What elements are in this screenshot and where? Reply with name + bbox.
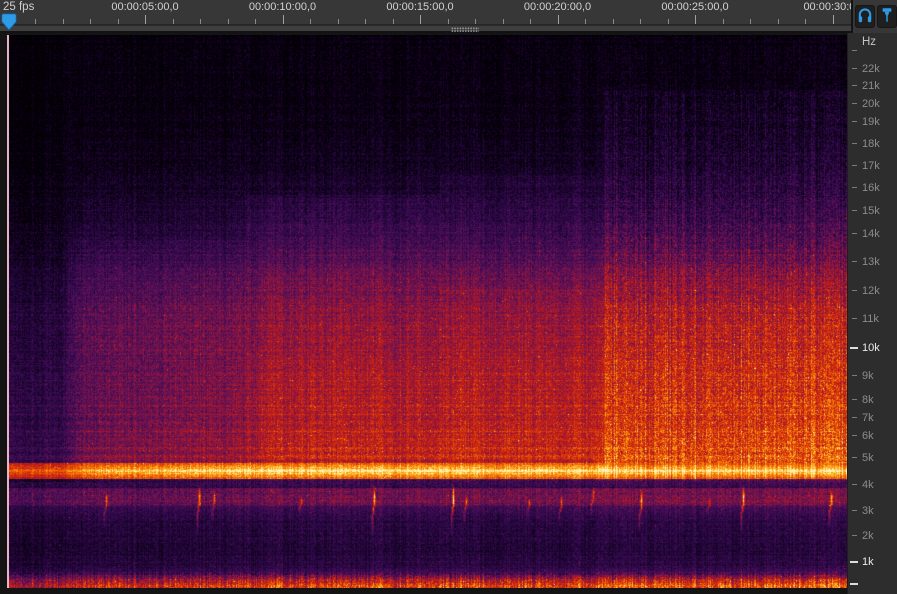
frequency-label: 12k bbox=[862, 285, 880, 297]
frequency-tick-row: 4k bbox=[848, 479, 897, 491]
spectral-editor-panel: 25 fps 00:00:05:00,0 00:00:10:00,0 00:00:1… bbox=[0, 0, 897, 594]
frequency-label: 9k bbox=[862, 370, 874, 382]
timeline-major-tick bbox=[145, 15, 146, 25]
frequency-label: 8k bbox=[862, 394, 874, 406]
frequency-tick bbox=[852, 510, 857, 511]
timeline-major-tick bbox=[283, 15, 284, 25]
frequency-tick-row: 1k bbox=[848, 556, 897, 568]
frequency-tick-row: 3k bbox=[848, 505, 897, 517]
frequency-tick-row: 14k bbox=[848, 228, 897, 240]
frequency-tick-row: 11k bbox=[848, 313, 897, 325]
frequency-tick-row: 7k bbox=[848, 412, 897, 424]
frequency-tick bbox=[852, 68, 857, 69]
frequency-tick bbox=[852, 143, 857, 144]
frequency-tick-row: 13k bbox=[848, 256, 897, 268]
frequency-label: 15k bbox=[862, 205, 880, 217]
timeline-major-tick bbox=[420, 15, 421, 25]
frequency-tick-row: 19k bbox=[848, 116, 897, 128]
frequency-label: 5k bbox=[862, 452, 874, 464]
frequency-tick-row: 9k bbox=[848, 370, 897, 382]
frequency-tick bbox=[852, 535, 857, 536]
frequency-label: 6k bbox=[862, 430, 874, 442]
frequency-label: 7k bbox=[862, 412, 874, 424]
frequency-tick-row: 17k bbox=[848, 160, 897, 172]
timebase-label: 25 fps bbox=[3, 1, 34, 13]
timeline-label: 00:00:15:00,0 bbox=[386, 1, 453, 13]
frequency-tick bbox=[852, 103, 857, 104]
bottom-frame-strip bbox=[0, 588, 847, 594]
frequency-tick-row: 12k bbox=[848, 285, 897, 297]
frequency-tick-row: 10k bbox=[848, 342, 897, 354]
frequency-tick bbox=[850, 583, 858, 585]
frequency-tick-row: 6k bbox=[848, 430, 897, 442]
playhead-marker[interactable] bbox=[1, 13, 17, 31]
frequency-label: 20k bbox=[862, 98, 880, 110]
timeline-label: 00:00:20:00,0 bbox=[524, 1, 591, 13]
frequency-tick bbox=[852, 261, 857, 262]
frequency-label: 10k bbox=[862, 342, 880, 354]
frequency-label: 3k bbox=[862, 505, 874, 517]
timeline-major-tick bbox=[695, 15, 696, 25]
monitor-button[interactable] bbox=[855, 5, 875, 28]
frequency-tick-row: 16k bbox=[848, 182, 897, 194]
frequency-tick-row: 15k bbox=[848, 205, 897, 217]
frequency-tick bbox=[852, 187, 857, 188]
frequency-tick-row bbox=[848, 578, 897, 590]
pin-playhead-button[interactable] bbox=[877, 5, 897, 28]
frequency-tick bbox=[852, 417, 857, 418]
frequency-label: 13k bbox=[862, 256, 880, 268]
frequency-tick bbox=[852, 50, 857, 51]
frequency-label: 17k bbox=[862, 160, 880, 172]
frequency-label: 16k bbox=[862, 182, 880, 194]
frequency-tick-row: 2k bbox=[848, 530, 897, 542]
frequency-tick bbox=[852, 399, 857, 400]
frequency-label: 4k bbox=[862, 479, 874, 491]
frequency-tick-row bbox=[848, 45, 897, 57]
frequency-tick bbox=[852, 85, 857, 86]
frequency-label: 11k bbox=[862, 313, 879, 325]
frequency-tick bbox=[852, 165, 857, 166]
timeline-major-tick bbox=[558, 15, 559, 25]
scrollbar-grip[interactable] bbox=[451, 27, 479, 32]
frequency-tick bbox=[852, 435, 857, 436]
frequency-tick-row: 5k bbox=[848, 452, 897, 464]
frequency-tick bbox=[852, 233, 857, 234]
frequency-label: 21k bbox=[862, 80, 880, 92]
frequency-tick bbox=[852, 375, 857, 376]
frequency-axis[interactable]: Hz 22k21k20k19k18k17k16k15k14k13k12k11k1… bbox=[847, 33, 897, 594]
frequency-tick bbox=[852, 210, 857, 211]
frequency-label: 22k bbox=[862, 63, 880, 75]
frequency-label: 2k bbox=[862, 530, 874, 542]
headphones-icon bbox=[857, 6, 873, 27]
frequency-tick-row: 20k bbox=[848, 98, 897, 110]
left-frame-strip bbox=[0, 33, 8, 594]
header-button-group bbox=[851, 0, 897, 33]
timeline-label: 00:00:25:00,0 bbox=[661, 1, 728, 13]
frequency-tick-row: 22k bbox=[848, 63, 897, 75]
spectrogram-view[interactable] bbox=[8, 35, 847, 588]
zoom-scrollbar[interactable] bbox=[0, 25, 851, 33]
frequency-tick bbox=[852, 457, 857, 458]
frequency-tick-row: 18k bbox=[848, 138, 897, 150]
frequency-tick bbox=[852, 318, 857, 319]
timeline-major-tick bbox=[833, 15, 834, 25]
frequency-tick bbox=[852, 484, 857, 485]
frequency-tick-row: 8k bbox=[848, 394, 897, 406]
frequency-tick bbox=[852, 121, 857, 122]
pin-icon bbox=[879, 6, 895, 27]
timeline-ruler[interactable]: 25 fps 00:00:05:00,0 00:00:10:00,0 00:00:1… bbox=[0, 0, 851, 25]
frequency-label: 1k bbox=[862, 556, 874, 568]
frequency-label: 18k bbox=[862, 138, 880, 150]
frequency-tick bbox=[850, 347, 858, 349]
frequency-tick-row: 21k bbox=[848, 80, 897, 92]
frequency-tick bbox=[852, 290, 857, 291]
frequency-label: 19k bbox=[862, 116, 880, 128]
timeline-label: 00:00:05:00,0 bbox=[111, 1, 178, 13]
frequency-tick bbox=[850, 561, 858, 563]
timeline-label: 00:00:30:00 bbox=[803, 1, 851, 13]
spectrogram-canvas[interactable] bbox=[8, 35, 847, 588]
timeline-label: 00:00:10:00,0 bbox=[249, 1, 316, 13]
frequency-label: 14k bbox=[862, 228, 880, 240]
